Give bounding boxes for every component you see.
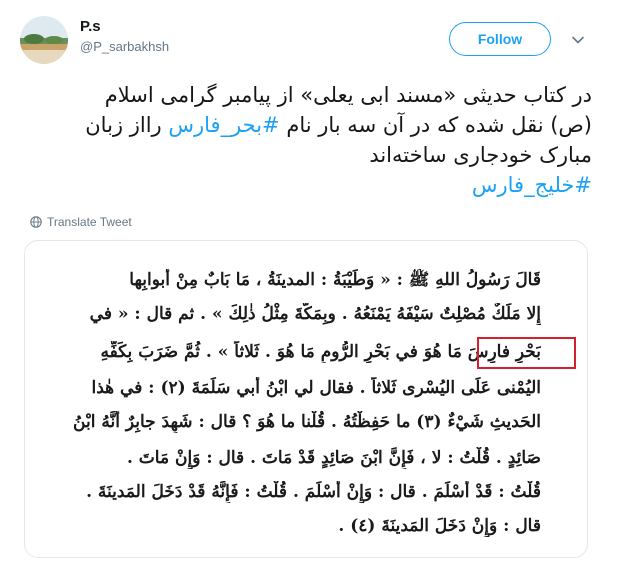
book-line: صَائِدٍ . قُلْتُ : لا ، فَإِنَّ ابْنَ صَ… (126, 448, 541, 468)
book-line: قال : وَإِنْ دَخَلَ المَدينَةَ (٤) . (338, 516, 541, 536)
book-line: الحَديثِ شَيْءٌ (٣) ما حَفِظْتُهُ . قُلْ… (73, 412, 541, 432)
tweet-line: #خلیج_فارس (24, 170, 592, 200)
translate-tweet-link[interactable]: Translate Tweet (30, 215, 132, 229)
user-handle[interactable]: @P_sarbakhsh (80, 39, 169, 54)
book-line: قَالَ رَسُولُ اللهِ ﷺ : « وَطَيْبَةُ : ا… (129, 270, 541, 290)
book-line: قُلْتُ : قَدْ أَسْلَمَ . قال : وَإِنْ أَ… (86, 482, 541, 502)
chevron-down-icon[interactable] (571, 33, 585, 47)
book-line: بَحْرِ فارِسَ مَا هُوَ في بَحْرِ الرُّوم… (100, 342, 541, 362)
book-line: إِلا مَلَكٌ مُصْلِتٌ سَيْفَهُ يَمْنَعُهُ… (89, 304, 541, 324)
display-name[interactable]: P.s (80, 18, 101, 35)
tweet-line: مبارک خودجاری ساخته‌اند (369, 143, 592, 167)
hashtag-link[interactable]: #بحر_فارس (168, 113, 279, 137)
globe-icon (30, 216, 42, 228)
tweet-header: P.s @P_sarbakhsh Follow (0, 0, 617, 70)
tweet-line: (ص) نقل شده که در آن سه بار نام #بحر_فار… (24, 110, 592, 140)
tweet-text-segment: (ص) نقل شده که در آن سه بار نام (279, 113, 592, 137)
landscape-avatar-icon (20, 16, 68, 64)
highlight-box (477, 337, 576, 369)
hashtag-link[interactable]: #خلیج_فارس (472, 173, 592, 197)
follow-button[interactable]: Follow (449, 22, 551, 56)
user-avatar[interactable] (20, 16, 68, 64)
tweet-line: در کتاب حدیثی «مسند ابی یعلی» از پیامبر … (104, 83, 592, 107)
book-page-scan: قَالَ رَسُولُ اللهِ ﷺ : « وَطَيْبَةُ : ا… (25, 241, 587, 557)
translate-label[interactable]: Translate Tweet (47, 215, 132, 229)
tweet-text-segment: رااز زبان (85, 113, 169, 137)
tweet-text: در کتاب حدیثی «مسند ابی یعلی» از پیامبر … (24, 80, 592, 200)
book-line: اليُمْنى عَلَى اليُسْرى ثَلاثاً . فقال ل… (91, 378, 541, 398)
tweet-media-image[interactable]: قَالَ رَسُولُ اللهِ ﷺ : « وَطَيْبَةُ : ا… (24, 240, 588, 558)
